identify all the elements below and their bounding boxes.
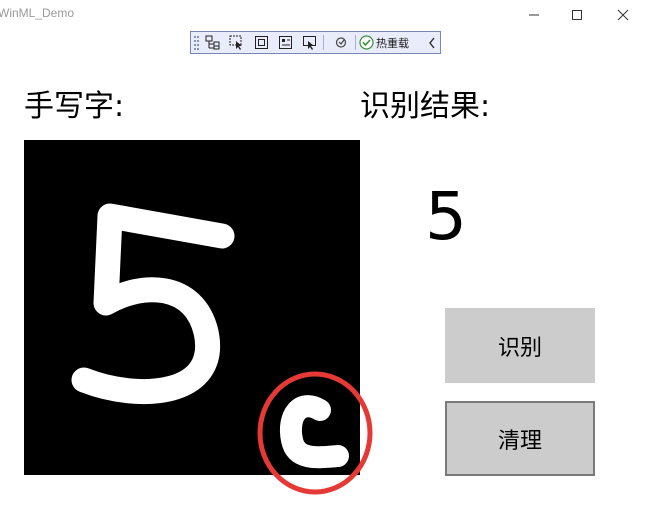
display-layout-adorners-button[interactable]: [253, 34, 271, 51]
hot-reload-status-icon: [335, 37, 347, 48]
live-visual-tree-icon: [205, 35, 220, 50]
binding-failures-button[interactable]: [301, 34, 319, 51]
hot-reload-button[interactable]: 热重载: [359, 34, 409, 51]
hot-reload-label: 热重载: [376, 36, 409, 50]
maximize-button[interactable]: [557, 0, 597, 30]
handwriting-label: 手写字:: [24, 89, 125, 124]
result-label: 识别结果:: [360, 89, 491, 124]
binding-failures-icon: [303, 36, 316, 50]
minimize-icon: [529, 14, 539, 16]
toolbar-separator: [323, 35, 324, 50]
minimize-button[interactable]: [514, 0, 554, 30]
ink-stroke-five: [71, 203, 235, 405]
select-element-button[interactable]: [228, 34, 246, 51]
result-value: 5: [425, 178, 467, 255]
toolbar-grip-icon[interactable]: [194, 35, 200, 50]
live-visual-tree-button[interactable]: [204, 34, 222, 51]
check-circle-icon: [359, 35, 374, 50]
select-element-icon: [229, 35, 242, 50]
window-title: WinML_Demo: [0, 6, 75, 20]
close-icon: [617, 9, 629, 21]
hot-reload-status-button[interactable]: [332, 34, 350, 51]
maximize-icon: [572, 10, 582, 20]
close-button[interactable]: [603, 0, 643, 30]
xaml-debug-toolbar: 热重载: [190, 31, 441, 54]
recognize-button[interactable]: 识别: [445, 308, 595, 383]
track-focus-icon: [279, 36, 292, 49]
toolbar-separator: [355, 35, 356, 50]
title-bar[interactable]: WinML_Demo: [0, 0, 648, 30]
track-focus-button[interactable]: [277, 34, 295, 51]
app-window: WinML_Demo 热重载 手写字: 识别结果: 5 识别 清理: [0, 0, 648, 507]
annotation-circle: [257, 371, 373, 495]
clear-button[interactable]: 清理: [445, 401, 595, 476]
display-layout-adorners-icon: [255, 36, 268, 49]
collapse-toolbar-icon[interactable]: [427, 36, 437, 50]
